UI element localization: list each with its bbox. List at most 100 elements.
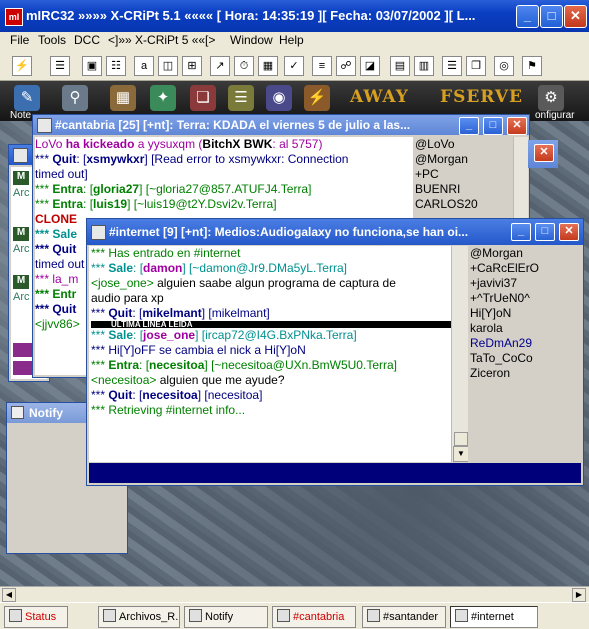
notes-icon[interactable]: ✎ <box>14 85 40 111</box>
nick-item[interactable]: BUENRI <box>415 182 513 197</box>
search-icon[interactable]: ⚲ <box>62 85 88 111</box>
internet-chat-log[interactable]: *** Has entrado en #internet *** Sale: [d… <box>89 246 453 462</box>
santander-window-partial[interactable]: ✕ <box>528 140 558 168</box>
internet-nicklist[interactable]: @Morgan +CaRcElErO +javivi37 +^TrUeN0^ Hi[Y]… <box>468 246 583 462</box>
mdi-horizontal-scrollbar[interactable]: ◀ ▶ <box>0 586 589 603</box>
scroll-right-arrow-icon[interactable]: ▶ <box>572 588 586 602</box>
cantabria-titlebar[interactable]: #cantabria [25] [+nt]: Terra: KDADA el v… <box>33 115 529 135</box>
nick-item[interactable]: @Morgan <box>470 246 583 261</box>
tile-horizontal-icon[interactable]: ☰ <box>442 56 462 76</box>
nick-item[interactable]: +javivi37 <box>470 276 583 291</box>
scripts-icon[interactable]: a <box>134 56 154 76</box>
aliases-icon[interactable]: ⊞ <box>182 56 202 76</box>
chat-text: Entra <box>52 197 84 211</box>
close-button[interactable]: ✕ <box>534 144 554 162</box>
switch-internet[interactable]: #internet <box>450 606 538 628</box>
chat-text: *** <box>91 328 109 342</box>
chat-text: *** <box>91 388 109 402</box>
nick-item[interactable]: +PC <box>415 167 513 182</box>
switch-status[interactable]: Status <box>4 606 68 628</box>
nick-item[interactable]: @Morgan <box>415 152 513 167</box>
timer-icon[interactable]: ⏱ <box>234 56 254 76</box>
chat-text: ] [~necesitoa@UXn.BmW5U0.Terra] <box>204 358 397 372</box>
menu-xcript[interactable]: <]»» X-CRiPt 5 ««[> <box>108 33 215 47</box>
scroll-left-arrow-icon[interactable]: ◀ <box>2 588 16 602</box>
configure-icon[interactable]: ⚙ <box>538 85 564 111</box>
nick-item[interactable]: Ziceron <box>470 366 583 381</box>
chat-text: Quit <box>108 306 133 320</box>
menu-window[interactable]: Window <box>230 33 273 47</box>
help-lifebuoy-icon[interactable]: ◎ <box>494 56 514 76</box>
chat-text: : al 5757) <box>272 137 323 151</box>
close-button[interactable]: ✕ <box>507 117 527 135</box>
log-icon[interactable]: ≡ <box>312 56 332 76</box>
minimize-button[interactable]: _ <box>459 117 479 135</box>
nick-item[interactable]: TaTo_CoCo <box>470 351 583 366</box>
scroll-down-arrow-icon[interactable]: ▼ <box>453 446 469 462</box>
internet-titlebar[interactable]: #internet [9] [+nt]: Medios:Audiogalaxy … <box>87 219 583 245</box>
lightning-icon[interactable]: ⚡ <box>304 85 330 111</box>
switch-cantabria[interactable]: #cantabria <box>272 606 356 628</box>
menu-file[interactable]: File <box>10 33 29 47</box>
fserve-button[interactable]: FSERVE <box>440 87 523 107</box>
nick-item[interactable]: Hi[Y]oN <box>470 306 583 321</box>
address-book-icon[interactable]: ☷ <box>106 56 126 76</box>
maximize-button[interactable]: □ <box>540 5 563 28</box>
url-list-icon[interactable]: ◪ <box>360 56 380 76</box>
connect-icon[interactable]: ⚡ <box>12 56 32 76</box>
cd-player-icon[interactable]: ◉ <box>266 85 292 111</box>
remote-icon[interactable]: ◫ <box>158 56 178 76</box>
nick-item[interactable]: +CaRcElErO <box>470 261 583 276</box>
mirc-tools-icon[interactable]: ✦ <box>150 85 176 111</box>
chat-line: audio para xp <box>91 291 453 306</box>
about-icon[interactable]: ⚑ <box>522 56 542 76</box>
colors-icon[interactable]: ▦ <box>258 56 278 76</box>
options-icon[interactable]: ☰ <box>50 56 70 76</box>
books-icon[interactable]: ❏ <box>190 85 216 111</box>
chat-text: LoVo <box>35 137 66 151</box>
away-button[interactable]: AWAY <box>350 87 409 107</box>
mirc-app-icon[interactable]: mI <box>5 8 23 26</box>
channel-icon <box>277 609 290 622</box>
channel-icon <box>455 609 468 622</box>
nick-item[interactable]: +^TrUeN0^ <box>470 291 583 306</box>
nick-item[interactable]: @LoVo <box>415 137 513 152</box>
nick-item[interactable]: karola <box>470 321 583 336</box>
minimize-button[interactable]: _ <box>516 5 539 28</box>
maximize-button[interactable]: □ <box>535 223 555 241</box>
dcc-chat-icon[interactable]: ☍ <box>336 56 356 76</box>
scroll-thumb[interactable] <box>454 432 468 446</box>
received-files-icon[interactable]: ▤ <box>390 56 410 76</box>
internet-chat-scrollbar[interactable]: ▼ <box>451 246 469 462</box>
chat-text: : [ <box>133 328 144 342</box>
minimize-button[interactable]: _ <box>511 223 531 241</box>
sounds-icon[interactable]: ▥ <box>414 56 434 76</box>
dcc-send-icon[interactable]: ↗ <box>210 56 230 76</box>
switch-notify[interactable]: Notify <box>184 606 268 628</box>
chat-text: jose_one <box>143 328 196 342</box>
channels-folder-icon[interactable]: ▣ <box>82 56 102 76</box>
close-button[interactable]: ✕ <box>564 5 587 28</box>
menu-dcc[interactable]: DCC <box>74 33 100 47</box>
switch-archivos[interactable]: Archivos_R... <box>98 606 180 628</box>
chat-text: *** <box>91 306 109 320</box>
chat-line: *** Entra: [luis19] [~luis19@t2Y.Dsvi2v.… <box>35 197 413 212</box>
dcc-icon[interactable]: ☰ <box>228 85 254 111</box>
chat-line: *** Retrieving #internet info... <box>91 403 453 418</box>
internet-window[interactable]: #internet [9] [+nt]: Medios:Audiogalaxy … <box>86 218 584 486</box>
maximize-button[interactable]: □ <box>483 117 503 135</box>
window-title: mIRC32 »»»» X-CRiPt 5.1 «««« [ Hora: 14:… <box>26 8 476 23</box>
title-bar[interactable]: mI mIRC32 »»»» X-CRiPt 5.1 «««« [ Hora: … <box>0 0 589 32</box>
menu-tools[interactable]: Tools <box>38 33 66 47</box>
grid-icon[interactable]: ▦ <box>110 85 136 111</box>
switch-santander[interactable]: #santander <box>362 606 446 628</box>
nick-item[interactable]: CARLOS20 <box>415 197 513 212</box>
nick-item[interactable]: ReDmAn29 <box>470 336 583 351</box>
menu-help[interactable]: Help <box>279 33 304 47</box>
internet-input-box[interactable] <box>89 463 581 483</box>
close-button[interactable]: ✕ <box>559 223 579 241</box>
chat-text: Quit <box>52 152 77 166</box>
channel-window-icon <box>91 225 106 240</box>
notify-list-icon[interactable]: ✓ <box>284 56 304 76</box>
tile-cascade-icon[interactable]: ❐ <box>466 56 486 76</box>
